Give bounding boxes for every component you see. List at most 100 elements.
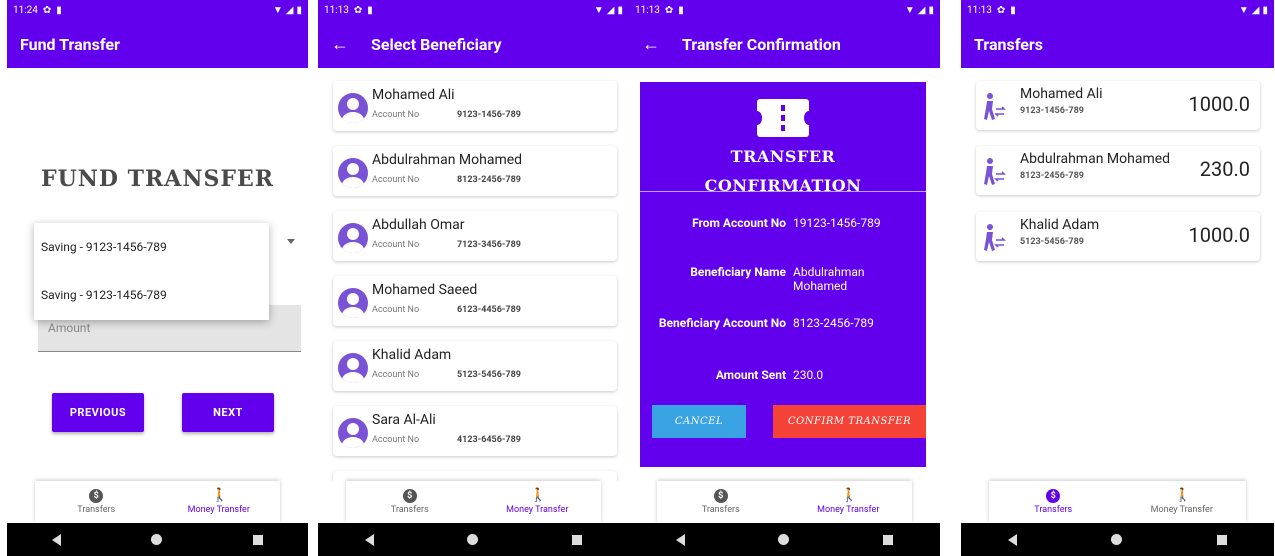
home-icon[interactable] [151,534,163,545]
account-number: 4123-6456-789 [457,435,521,445]
beneficiary-card[interactable]: Khalid Adam Account No 5123-5456-789 [333,341,617,391]
home-icon[interactable] [778,534,790,545]
recents-icon[interactable] [252,534,263,545]
signal-icon: ◢ [917,4,926,16]
confirm-transfer-button[interactable]: CONFIRM TRANSFER [773,405,926,438]
beneficiary-account-value: 8123-2456-789 [793,316,874,330]
person-transfer-icon: 🚶 [530,488,547,503]
status-bar: 11:24 ✿ ▮ ▼ ◢ ▮ [7,0,308,20]
cancel-button[interactable]: CANCEL [652,405,746,438]
bottom-navigation: $ Transfers 🚶 Money Transfer [346,481,601,523]
nav-label: Money Transfer [506,505,569,515]
bottom-navigation: $ Transfers 🚶 Money Transfer [657,481,912,523]
ticket-icon [752,99,814,137]
transfer-name: Khalid Adam [1020,217,1100,233]
wifi-icon: ▼ [1238,4,1249,16]
sim-icon: ▮ [56,4,62,16]
signal-icon: ◢ [285,4,294,16]
ticket-dash [781,115,785,121]
transfer-amount: 1000.0 [1188,223,1250,247]
avatar-icon [338,353,368,383]
app-bar: ← Transfer Confirmation [629,20,940,68]
person-transfer-icon [983,157,1007,187]
beneficiary-card[interactable]: Abdullah Omar Account No 7123-3456-789 [333,211,617,261]
app-bar: Fund Transfer [7,20,308,68]
nav-money-transfer[interactable]: 🚶 Money Transfer [785,481,913,523]
sim-icon: ▮ [678,4,684,16]
beneficiary-name-label: Beneficiary Name [690,265,786,279]
nav-label: Transfers [77,505,116,515]
nav-money-transfer[interactable]: 🚶 Money Transfer [1118,481,1247,523]
avatar-icon [338,158,368,188]
nav-money-transfer[interactable]: 🚶 Money Transfer [158,481,281,523]
status-time: 11:24 [13,4,38,16]
amount-sent-label: Amount Sent [715,368,786,382]
beneficiary-card[interactable]: Mohamed Saeed Account No 6123-4456-789 [333,276,617,326]
nav-transfers[interactable]: $ Transfers [657,481,785,523]
back-arrow-icon[interactable]: ← [642,34,668,55]
amount-sent-value: 230.0 [793,368,824,382]
avatar-icon [338,93,368,123]
transfer-account: 9123-1456-789 [1020,106,1084,116]
transfer-account: 5123-5456-789 [1020,237,1084,247]
recents-icon[interactable] [883,534,894,545]
screen-select-beneficiary: 11:13 ✿ ▮ ▼ ◢ ▮ ← Select Beneficiary Mohamed … [318,0,629,556]
dropdown-option[interactable]: Saving - 9123-1456-789 [34,271,269,319]
dropdown-option[interactable]: Saving - 9123-1456-789 [34,223,269,271]
wifi-icon: ▼ [272,4,283,16]
person-transfer-icon [983,223,1007,253]
transfer-card[interactable]: Khalid Adam 5123-5456-789 1000.0 [976,212,1260,261]
back-arrow-icon[interactable]: ← [331,34,357,55]
dollar-icon: $ [713,489,728,503]
beneficiary-name-value: Abdulrahman Mohamed [793,265,865,293]
beneficiary-name: Abdulrahman Mohamed [372,152,523,168]
nav-transfers[interactable]: $ Transfers [346,481,474,523]
dropdown-arrow-icon[interactable] [287,239,295,244]
back-icon[interactable] [52,533,62,546]
divider [640,191,926,192]
beneficiary-name: Khalid Adam [372,347,452,363]
heading-line: TRANSFER [730,147,836,166]
next-button[interactable]: NEXT [182,393,274,432]
beneficiary-card[interactable]: Abdulrahman Mohamed Account No 8123-2456-7… [333,146,617,196]
status-time: 11:13 [635,4,660,16]
back-icon[interactable] [675,533,685,546]
system-nav-bar [629,523,940,556]
transfer-card[interactable]: Mohamed Ali 9123-1456-789 1000.0 [976,81,1260,130]
beneficiary-name: Abdullah Omar [372,217,465,233]
wifi-icon: ▼ [593,4,604,16]
beneficiary-card[interactable]: Sara Al-Ali Account No 4123-6456-789 [333,406,617,456]
transfer-account: 8123-2456-789 [1020,171,1084,181]
previous-button[interactable]: PREVIOUS [52,393,144,432]
beneficiary-card[interactable]: Mohamed Ali Account No 9123-1456-789 [333,81,617,131]
nav-label: Money Transfer [187,505,250,515]
page-title: Transfers [974,34,1043,54]
recents-icon[interactable] [572,534,583,545]
back-icon[interactable] [364,533,374,546]
account-label: Account No [372,175,420,185]
settings-icon: ✿ [42,4,52,16]
home-icon[interactable] [1111,534,1123,545]
page-title: Select Beneficiary [371,34,502,54]
home-icon[interactable] [467,534,479,545]
person-transfer-icon: 🚶 [211,488,228,503]
signal-icon: ◢ [1251,4,1260,16]
dollar-icon: $ [1046,489,1061,503]
page-title: Fund Transfer [20,34,120,54]
nav-transfers[interactable]: $ Transfers [989,481,1118,523]
beneficiary-name: Mohamed Saeed [372,282,478,298]
person-transfer-icon: 🚶 [841,488,858,503]
recents-icon[interactable] [1216,534,1227,545]
status-bar: 11:13 ✿ ▮ ▼ ◢ ▮ [318,0,629,20]
transfer-card[interactable]: Abdulrahman Mohamed 8123-2456-789 230.0 [976,146,1260,195]
nav-money-transfer[interactable]: 🚶 Money Transfer [474,481,602,523]
app-bar: Transfers [961,20,1274,68]
dollar-icon: $ [402,489,417,503]
beneficiary-card[interactable] [333,471,617,481]
beneficiary-list: Mohamed Ali Account No 9123-1456-789 Abdul… [318,68,629,481]
battery-icon: ▮ [617,4,623,16]
back-icon[interactable] [1008,533,1018,546]
account-number: 8123-2456-789 [457,175,521,185]
transfer-amount: 230.0 [1199,157,1250,181]
nav-transfers[interactable]: $ Transfers [35,481,158,523]
